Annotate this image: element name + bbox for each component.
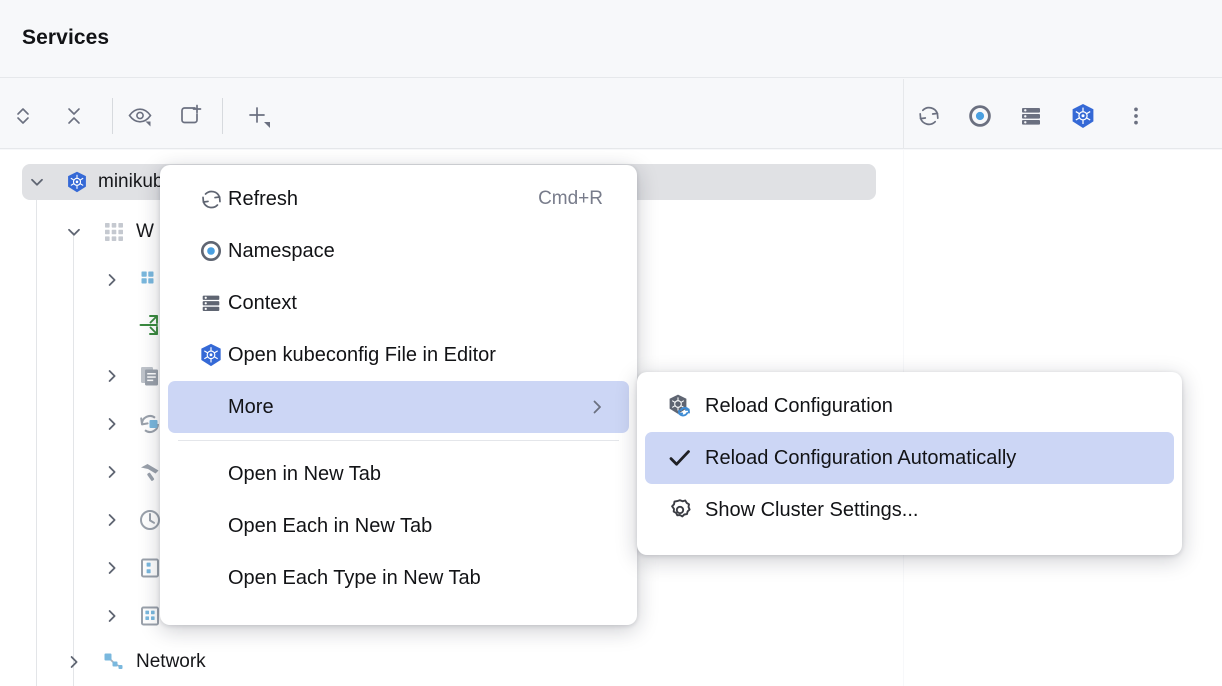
menu-item-label: Open Each in New Tab xyxy=(228,514,433,537)
tree-row-network[interactable]: Network xyxy=(0,642,903,682)
plus-icon[interactable] xyxy=(238,96,278,136)
chevron-right-icon[interactable] xyxy=(101,605,123,627)
replicasets-icon xyxy=(138,412,162,436)
gear-icon xyxy=(663,497,697,523)
kubernetes-icon xyxy=(65,170,89,194)
expand-all-icon[interactable] xyxy=(3,96,43,136)
checkmark-icon xyxy=(663,445,697,471)
context-menu[interactable]: Refresh Cmd+R Namespace Context Open kub… xyxy=(160,165,637,625)
more-submenu[interactable]: Reload Configuration Reload Configuratio… xyxy=(637,372,1182,555)
collapse-all-icon[interactable] xyxy=(54,96,94,136)
eye-icon[interactable] xyxy=(120,96,160,136)
namespace-icon[interactable] xyxy=(960,96,1000,136)
chevron-right-icon[interactable] xyxy=(101,269,123,291)
toolbar-separator-2 xyxy=(222,98,223,134)
chevron-right-icon xyxy=(587,397,607,417)
deployments-icon xyxy=(138,364,162,388)
menu-item-context[interactable]: Context xyxy=(168,277,629,329)
menu-item-more[interactable]: More xyxy=(168,381,629,433)
add-tab-icon[interactable] xyxy=(171,96,211,136)
menu-separator xyxy=(178,440,619,441)
submenu-item-show-cluster-settings[interactable]: Show Cluster Settings... xyxy=(645,484,1174,536)
chevron-right-icon[interactable] xyxy=(63,651,85,673)
page-title: Services xyxy=(22,26,110,49)
menu-item-label: More xyxy=(228,395,274,418)
refresh-icon xyxy=(194,187,228,212)
chevron-right-icon[interactable] xyxy=(101,413,123,435)
menu-item-open-in-new-tab[interactable]: Open in New Tab xyxy=(168,448,629,500)
context-icon xyxy=(194,291,228,315)
kubernetes-icon xyxy=(194,342,228,368)
tree-label-network: Network xyxy=(136,651,206,672)
toolbar-separator-1 xyxy=(112,98,113,134)
chevron-right-icon[interactable] xyxy=(101,557,123,579)
daemonsets-icon xyxy=(138,460,162,484)
jobs-icon xyxy=(138,604,162,628)
refresh-icon[interactable] xyxy=(909,96,949,136)
context-icon[interactable] xyxy=(1011,96,1051,136)
statefulsets-icon xyxy=(138,556,162,580)
menu-item-open-each-in-new-tab[interactable]: Open Each in New Tab xyxy=(168,500,629,552)
submenu-item-label: Reload Configuration Automatically xyxy=(705,446,1017,469)
submenu-item-reload-configuration[interactable]: Reload Configuration xyxy=(645,380,1174,432)
chevron-down-icon[interactable] xyxy=(26,171,48,193)
chevron-right-icon[interactable] xyxy=(101,509,123,531)
chevron-down-icon[interactable] xyxy=(63,221,85,243)
kubernetes-icon[interactable] xyxy=(1063,96,1103,136)
toolbar-vertical-divider xyxy=(903,79,904,149)
menu-item-namespace[interactable]: Namespace xyxy=(168,225,629,277)
pods-icon xyxy=(138,268,162,292)
submenu-item-label: Reload Configuration xyxy=(705,394,893,417)
chevron-right-icon[interactable] xyxy=(101,461,123,483)
menu-item-shortcut: Cmd+R xyxy=(538,188,603,209)
network-icon xyxy=(101,650,125,674)
menu-item-label: Open in New Tab xyxy=(228,462,382,485)
reload-configuration-icon xyxy=(663,393,697,419)
window-titlebar: Services xyxy=(0,0,1222,78)
menu-item-label: Namespace xyxy=(228,239,335,262)
menu-item-open-kubeconfig[interactable]: Open kubeconfig File in Editor xyxy=(168,329,629,381)
cronjobs-icon xyxy=(138,508,162,532)
autoscaler-icon xyxy=(138,313,162,337)
menu-item-label: Open Each Type in New Tab xyxy=(228,566,481,589)
menu-item-label: Context xyxy=(228,291,297,314)
menu-item-label: Refresh xyxy=(228,187,299,210)
tree-label-workloads: W xyxy=(136,221,154,242)
workloads-icon xyxy=(102,220,126,244)
more-vertical-icon[interactable] xyxy=(1116,96,1156,136)
menu-item-open-each-type-in-new-tab[interactable]: Open Each Type in New Tab xyxy=(168,552,629,604)
menu-item-label: Open kubeconfig File in Editor xyxy=(228,343,496,366)
menu-item-refresh[interactable]: Refresh Cmd+R xyxy=(168,173,629,225)
submenu-item-label: Show Cluster Settings... xyxy=(705,498,919,521)
submenu-item-reload-configuration-automatically[interactable]: Reload Configuration Automatically xyxy=(645,432,1174,484)
chevron-right-icon[interactable] xyxy=(101,365,123,387)
namespace-icon xyxy=(194,238,228,264)
